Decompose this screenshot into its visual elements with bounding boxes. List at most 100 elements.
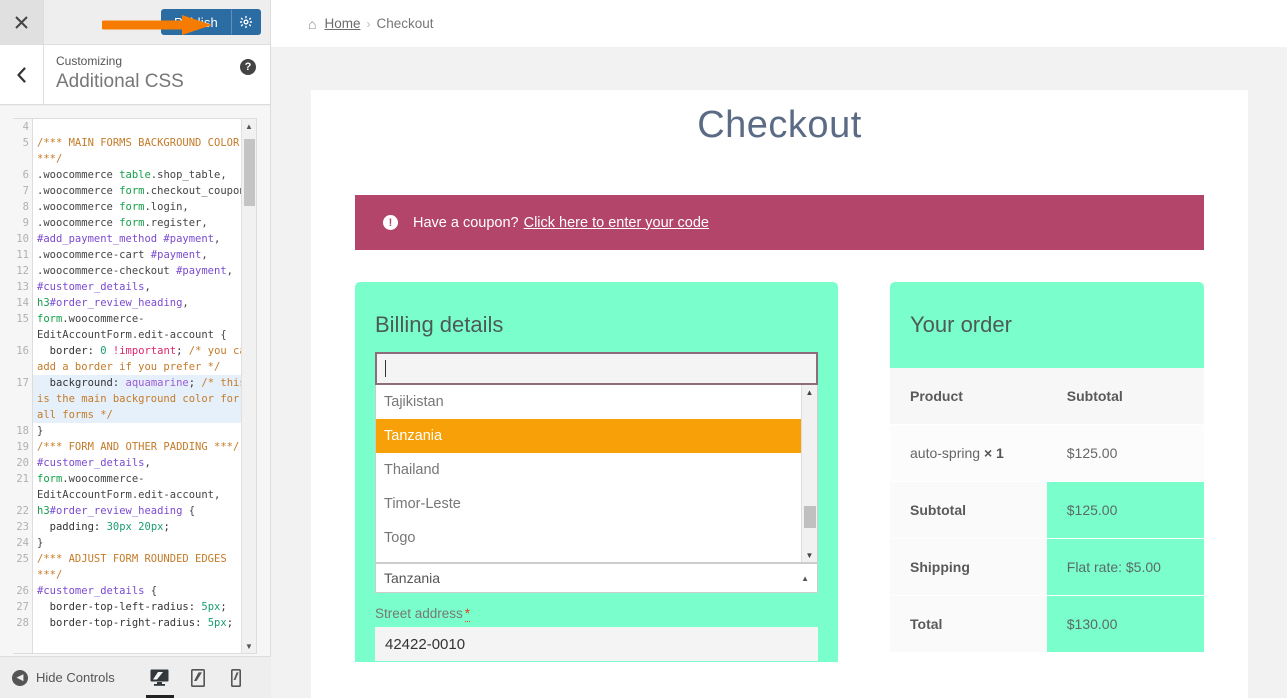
street-address-label: Street address * <box>375 606 818 622</box>
editor-code-line[interactable]: border-top-left-radius: 5px; <box>33 599 256 615</box>
street-address-input[interactable]: 42422-0010 <box>375 627 818 661</box>
editor-line-number: 7 <box>22 185 29 197</box>
editor-code-line[interactable]: border-top-right-radius: 5px; <box>33 615 256 631</box>
customizer-panel: Publish Customizing Additional CSS ? 4 5… <box>0 0 271 698</box>
site-preview: ⌂ Home › Checkout Checkout ! Have a coup… <box>271 0 1287 698</box>
chevron-up-icon: ▲ <box>801 573 809 583</box>
order-table-header-row: Product Subtotal <box>890 368 1204 425</box>
tablet-icon <box>190 668 205 687</box>
order-heading: Your order <box>910 312 1012 337</box>
chevron-left-circle-icon: ◀ <box>12 669 28 686</box>
order-column: Your order Product Subtotal auto-spring … <box>890 282 1204 652</box>
editor-code-line[interactable]: #customer_details, <box>33 455 256 471</box>
order-table-body: auto-spring × 1 $125.00 Subtotal $125.00 Shi… <box>890 424 1204 652</box>
publish-settings-button[interactable] <box>231 9 261 35</box>
order-product-subtotal: $125.00 <box>1046 424 1204 482</box>
order-row-value: $130.00 <box>1046 595 1204 652</box>
editor-code-line[interactable]: .woocommerce table.shop_table, <box>33 167 256 183</box>
order-heading-panel: Your order <box>890 282 1204 368</box>
editor-code-line[interactable]: .woocommerce-cart #payment, <box>33 247 256 263</box>
country-search-input[interactable] <box>375 352 818 385</box>
order-product-name: auto-spring × 1 <box>890 424 1047 482</box>
device-mobile-button[interactable] <box>217 657 255 698</box>
device-desktop-button[interactable] <box>141 657 179 698</box>
order-row-value: $125.00 <box>1046 481 1204 539</box>
country-select[interactable]: Tanzania ▲ <box>375 563 818 593</box>
editor-scroll-up-icon[interactable]: ▲ <box>242 119 256 133</box>
panel-title: Additional CSS <box>56 71 184 92</box>
editor-code-line[interactable]: .woocommerce form.login, <box>33 199 256 215</box>
order-total-row: Total $130.00 <box>890 595 1204 652</box>
editor-code-line[interactable]: h3#order_review_heading { <box>33 503 256 519</box>
editor-line-number: 19 <box>16 441 29 453</box>
editor-code-line[interactable]: border: 0 !important; /* you can add a b… <box>33 343 256 375</box>
editor-code-line[interactable]: #customer_details { <box>33 583 256 599</box>
dropdown-scroll-thumb[interactable] <box>804 506 816 528</box>
editor-line-number: 15 <box>16 313 29 325</box>
device-tablet-button[interactable] <box>179 657 217 698</box>
editor-scroll-thumb[interactable] <box>244 139 255 206</box>
hide-controls-button[interactable]: ◀ Hide Controls <box>0 669 115 686</box>
country-options: Tajikistan Tanzania Thailand Timor-Leste Tog… <box>376 385 817 555</box>
editor-line-number: 23 <box>16 521 29 533</box>
editor-code-line[interactable]: form.woocommerce-EditAccountForm.edit-ac… <box>33 471 256 503</box>
css-editor[interactable]: 4 5 6 7 8 9 10 11 12 13 14 15 16 17 18 19 20 21 22 23 24 25 26… <box>13 118 257 654</box>
coupon-link[interactable]: Click here to enter your code <box>524 215 709 231</box>
editor-code-line[interactable]: /*** FORM AND OTHER PADDING ***/ <box>33 439 256 455</box>
editor-line-number: 18 <box>16 425 29 437</box>
country-option[interactable]: Thailand <box>376 453 817 487</box>
editor-line-number: 17 <box>16 377 29 389</box>
order-col-product: Product <box>890 368 1047 425</box>
close-icon <box>15 15 28 29</box>
editor-line-number: 8 <box>22 201 29 213</box>
editor-code-area[interactable]: /*** MAIN FORMS BACKGROUND COLOR ***/.wo… <box>33 119 256 653</box>
breadcrumb-home-link[interactable]: Home <box>324 16 360 31</box>
order-product-row: auto-spring × 1 $125.00 <box>890 424 1204 482</box>
editor-code-line[interactable] <box>33 119 256 135</box>
publish-button[interactable]: Publish <box>160 9 231 35</box>
breadcrumb-current: Checkout <box>376 16 434 31</box>
checkout-columns: Billing details Tajikistan Tanzania Thaila… <box>355 282 1204 662</box>
editor-line-number: 10 <box>16 233 29 245</box>
editor-line-number: 6 <box>22 169 29 181</box>
dropdown-scroll-down-icon[interactable]: ▼ <box>802 548 817 562</box>
customizer-header: Customizing Additional CSS ? <box>0 45 270 105</box>
country-option[interactable]: Tajikistan <box>376 385 817 419</box>
editor-code-line[interactable]: /*** ADJUST FORM ROUNDED EDGES ***/ <box>33 551 256 583</box>
order-col-subtotal: Subtotal <box>1046 368 1204 425</box>
editor-code-line[interactable]: } <box>33 423 256 439</box>
editor-code-line[interactable]: h3#order_review_heading, <box>33 295 256 311</box>
gear-icon <box>239 15 253 29</box>
editor-code-line[interactable]: .woocommerce form.register, <box>33 215 256 231</box>
dropdown-scrollbar[interactable]: ▲ ▼ <box>801 385 817 562</box>
country-option[interactable]: Togo <box>376 521 817 555</box>
country-option[interactable]: Timor-Leste <box>376 487 817 521</box>
country-option[interactable]: Tanzania <box>376 419 817 453</box>
editor-code-line[interactable]: .woocommerce-checkout #payment, <box>33 263 256 279</box>
editor-scroll-down-icon[interactable]: ▼ <box>242 639 256 653</box>
order-total-row: Subtotal $125.00 <box>890 481 1204 539</box>
billing-heading: Billing details <box>375 312 504 337</box>
editor-code-line[interactable]: .woocommerce form.checkout_coupon, <box>33 183 256 199</box>
device-preview-buttons <box>141 657 255 698</box>
close-customizer-button[interactable] <box>0 0 44 44</box>
dropdown-scroll-up-icon[interactable]: ▲ <box>802 385 817 399</box>
editor-code-line[interactable]: } <box>33 535 256 551</box>
order-row-label: Subtotal <box>890 481 1047 539</box>
page-content-panel: Checkout ! Have a coupon? Click here to … <box>311 90 1248 698</box>
editor-code-line[interactable]: form.woocommerce-EditAccountForm.edit-ac… <box>33 311 256 343</box>
help-button[interactable]: ? <box>240 59 256 75</box>
editor-line-number: 5 <box>22 137 29 149</box>
editor-code-line[interactable]: padding: 30px 20px; <box>33 519 256 535</box>
page-title: Checkout <box>697 104 862 146</box>
publish-area: Publish <box>44 0 270 44</box>
editor-code-line[interactable]: #customer_details, <box>33 279 256 295</box>
editor-code-line[interactable]: background: aquamarine; /* this is the m… <box>33 375 256 423</box>
order-row-label: Total <box>890 595 1047 652</box>
country-dropdown-list[interactable]: Tajikistan Tanzania Thailand Timor-Leste Tog… <box>375 385 818 563</box>
editor-code-line[interactable]: #add_payment_method #payment, <box>33 231 256 247</box>
editor-line-numbers: 4 5 6 7 8 9 10 11 12 13 14 15 16 17 18 19 20 21 22 23 24 25 26… <box>13 119 33 653</box>
editor-code-line[interactable]: /*** MAIN FORMS BACKGROUND COLOR ***/ <box>33 135 256 167</box>
editor-scrollbar[interactable]: ▲ ▼ <box>241 119 256 653</box>
back-button[interactable] <box>0 45 44 104</box>
